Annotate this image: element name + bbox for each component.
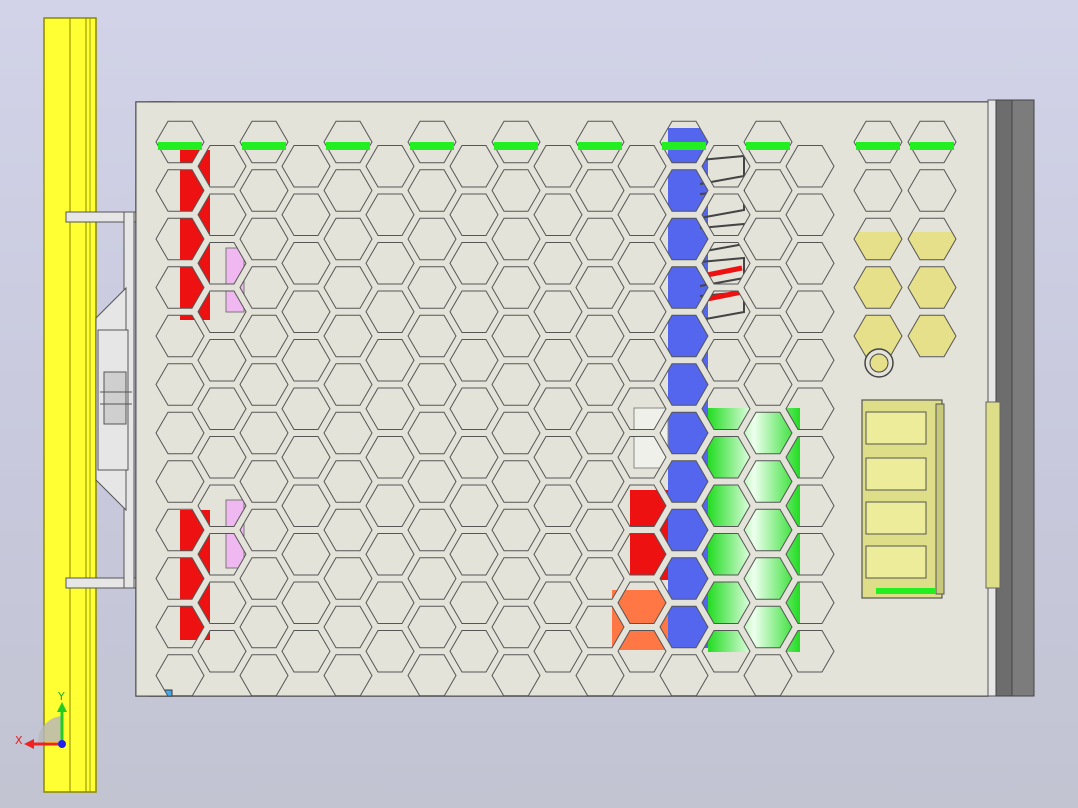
vent-stripe — [410, 142, 454, 150]
vent-stripe — [158, 142, 202, 150]
vent-stripe — [242, 142, 286, 150]
vent-stripe — [662, 142, 706, 150]
din-rail[interactable] — [43, 17, 97, 793]
coordinate-triad: Y X — [15, 690, 67, 749]
vent-stripe — [578, 142, 622, 150]
vent-stripe — [494, 142, 538, 150]
vent-stripe — [746, 142, 790, 150]
vent-stripe — [910, 142, 954, 150]
cad-viewport[interactable]: Y X — [0, 0, 1078, 808]
vent-stripe — [856, 142, 900, 150]
x-axis-label: X — [15, 734, 23, 747]
end-cap[interactable] — [985, 99, 1035, 697]
vent-stripe — [326, 142, 370, 150]
terminal-block[interactable] — [861, 399, 945, 599]
led-indicator — [864, 348, 894, 378]
y-axis-label: Y — [57, 690, 65, 703]
power-supply-enclosure[interactable] — [135, 101, 989, 697]
